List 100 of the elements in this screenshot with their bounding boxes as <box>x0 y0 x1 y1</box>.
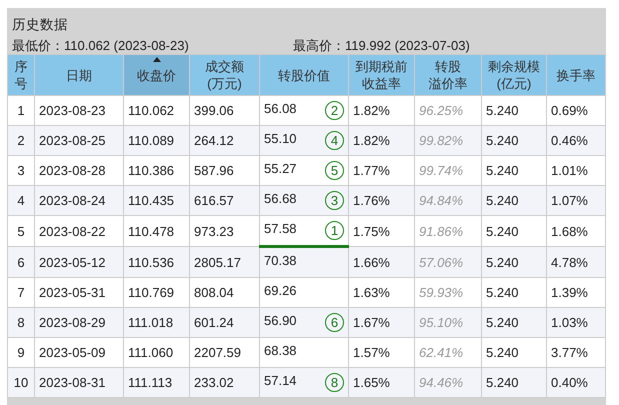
table-cell: 5.240 <box>482 126 546 156</box>
table-cell: 1.75% <box>348 216 414 246</box>
table-cell: 99.82% <box>414 126 482 156</box>
rank-badge: 5 <box>325 161 344 180</box>
table-cell: 2023-08-31 <box>34 368 124 398</box>
table-cell: 110.089 <box>124 126 190 156</box>
table-cell: 2023-05-12 <box>34 246 124 278</box>
table-cell: 808.04 <box>190 278 260 308</box>
table-cell: 233.02 <box>190 368 260 398</box>
table-cell: 2 <box>8 126 34 156</box>
table-cell: 1.57% <box>348 338 414 368</box>
table-cell: 2207.59 <box>190 338 260 368</box>
conversion-value: 57.58 <box>264 221 297 236</box>
rank-badge: 3 <box>325 191 344 210</box>
table-cell: 2023-08-23 <box>34 96 124 126</box>
sort-up-icon <box>152 57 160 62</box>
table-cell: 2023-08-24 <box>34 186 124 216</box>
rank-badge: 1 <box>325 221 344 240</box>
conversion-value: 56.08 <box>264 101 297 116</box>
table-cell: 0.46% <box>546 126 606 156</box>
conversion-value: 57.14 <box>264 373 297 388</box>
table-cell: 94.46% <box>414 368 482 398</box>
table-cell: 2023-05-31 <box>34 278 124 308</box>
table-cell: 111.113 <box>124 368 190 398</box>
table-cell: 99.74% <box>414 156 482 186</box>
table-cell: 1.01% <box>546 156 606 186</box>
table-cell: 7 <box>8 278 34 308</box>
conversion-value: 56.68 <box>264 191 297 206</box>
table-cell: 1.82% <box>348 96 414 126</box>
table-cell: 4 <box>8 186 34 216</box>
table-cell: 5.240 <box>482 96 546 126</box>
table-cell: 5.240 <box>482 186 546 216</box>
column-header[interactable]: 转股价值 <box>260 54 348 96</box>
table-cell: 1.82% <box>348 126 414 156</box>
table-cell: 1.66% <box>348 246 414 278</box>
table-cell: 0.69% <box>546 96 606 126</box>
table-cell: 110.062 <box>124 96 190 126</box>
table-cell: 264.12 <box>190 126 260 156</box>
table-cell: 2023-08-28 <box>34 156 124 186</box>
rank-badge: 4 <box>325 131 344 150</box>
table-cell: 973.23 <box>190 216 260 246</box>
table-cell: 0.40% <box>546 368 606 398</box>
table-cell: 5.240 <box>482 308 546 338</box>
table-cell: 95.10% <box>414 308 482 338</box>
table-cell: 5.240 <box>482 246 546 278</box>
table-cell: 1.76% <box>348 186 414 216</box>
conversion-value: 55.10 <box>264 131 297 146</box>
table-cell: 2023-05-09 <box>34 338 124 368</box>
column-header[interactable]: 日期 <box>34 54 124 96</box>
table-cell: 5.240 <box>482 368 546 398</box>
table-cell: 1.65% <box>348 368 414 398</box>
table-cell: 2805.17 <box>190 246 260 278</box>
column-header[interactable]: 剩余规模 (亿元) <box>482 54 546 96</box>
conversion-value: 55.27 <box>264 161 297 176</box>
table-cell: 5.240 <box>482 278 546 308</box>
table-cell: 94.84% <box>414 186 482 216</box>
table-cell: 4.78% <box>546 246 606 278</box>
table-cell: 3.77% <box>546 338 606 368</box>
table-cell: 59.93% <box>414 278 482 308</box>
table-cell: 399.06 <box>190 96 260 126</box>
table-cell: 601.24 <box>190 308 260 338</box>
table-cell: 110.435 <box>124 186 190 216</box>
table-cell: 111.060 <box>124 338 190 368</box>
rank-badge: 2 <box>325 101 344 120</box>
conversion-value: 70.38 <box>264 253 297 268</box>
table-cell: 2023-08-29 <box>34 308 124 338</box>
column-header[interactable]: 换手率 <box>546 54 606 96</box>
table-cell: 1.07% <box>546 186 606 216</box>
highest-price: 最高价：119.992 (2023-07-03) <box>293 37 470 54</box>
column-header[interactable]: 成交额 (万元) <box>190 54 260 96</box>
column-header[interactable]: 序 号 <box>8 54 34 96</box>
table-cell: 2023-08-25 <box>34 126 124 156</box>
column-header[interactable]: 收盘价 <box>124 54 190 96</box>
table-cell: 5.240 <box>482 338 546 368</box>
table-cell: 110.386 <box>124 156 190 186</box>
table-cell: 1.67% <box>348 308 414 338</box>
table-cell: 587.96 <box>190 156 260 186</box>
table-cell: 6 <box>8 246 34 278</box>
lowest-price: 最低价：110.062 (2023-08-23) <box>12 37 190 54</box>
table-cell: 1 <box>8 96 34 126</box>
conversion-value: 68.38 <box>264 343 297 358</box>
conversion-value: 69.26 <box>264 283 297 298</box>
rank-badge: 6 <box>325 313 344 332</box>
table-cell: 110.478 <box>124 216 190 246</box>
table-cell: 10 <box>8 368 34 398</box>
table-cell: 57.06% <box>414 246 482 278</box>
table-cell: 5.240 <box>482 216 546 246</box>
panel-title: 历史数据 <box>11 16 69 33</box>
table-cell: 5.240 <box>482 156 546 186</box>
table-cell: 3 <box>8 156 34 186</box>
table-cell: 9 <box>8 338 34 368</box>
table-cell: 110.769 <box>124 278 190 308</box>
table-cell: 91.86% <box>414 216 482 246</box>
table-cell: 1.03% <box>546 308 606 338</box>
table-cell: 2023-08-22 <box>34 216 124 246</box>
column-header[interactable]: 到期税前 收益率 <box>348 54 414 96</box>
conversion-value: 56.90 <box>264 313 297 328</box>
rank-badge: 8 <box>325 373 344 392</box>
column-header[interactable]: 转股 溢价率 <box>414 54 482 96</box>
table-cell: 111.018 <box>124 308 190 338</box>
